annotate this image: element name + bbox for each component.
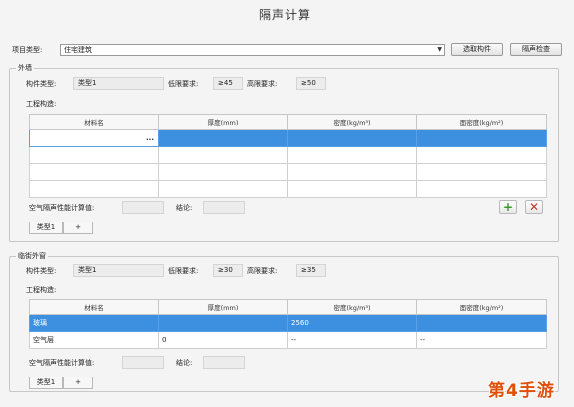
project-type-select[interactable]: 住宅建筑 ▼	[60, 44, 445, 56]
watermark-logo: 第4手游	[488, 381, 555, 401]
outer-wall-material-table: 材料名 厚度(mm) 密度(kg/m³) 面密度(kg/m²) ...	[29, 114, 547, 198]
density-cell[interactable]: --	[287, 331, 417, 349]
table-row[interactable]: 玻璃 2560	[29, 314, 547, 332]
conclusion-label: 结论:	[176, 359, 193, 367]
construction-label: 工程构造:	[26, 100, 57, 108]
area-density-cell[interactable]	[416, 146, 547, 164]
component-type-label: 构件类型:	[26, 267, 57, 275]
calc-value-label: 空气隔声性能计算值:	[29, 359, 95, 367]
browse-material-button[interactable]: ...	[146, 134, 154, 142]
sound-check-button[interactable]: 隔声检查	[510, 43, 562, 56]
thickness-cell[interactable]	[158, 180, 288, 198]
window-title: 隔声计算	[259, 8, 312, 22]
thickness-cell[interactable]	[158, 163, 288, 181]
material-cell[interactable]: 空气层	[29, 331, 159, 349]
high-requirement-field: ≥50	[296, 77, 326, 90]
material-cell-editor[interactable]: ...	[29, 129, 159, 147]
min-requirement-field: ≥45	[213, 77, 243, 90]
component-type-field[interactable]: 类型1	[73, 77, 164, 90]
plus-icon[interactable]: +	[499, 200, 517, 214]
component-type-field[interactable]: 类型1	[73, 264, 164, 277]
table-row[interactable]	[29, 163, 547, 181]
table-row[interactable]: ...	[29, 129, 547, 147]
calc-value-label: 空气隔声性能计算值:	[29, 204, 95, 212]
column-header-density[interactable]: 密度(kg/m³)	[287, 299, 417, 315]
delete-icon[interactable]: ✕	[525, 200, 543, 214]
min-requirement-label: 低限要求:	[168, 80, 199, 88]
project-type-value: 住宅建筑	[64, 46, 92, 54]
density-cell[interactable]	[287, 180, 417, 198]
project-type-label: 项目类型:	[12, 46, 43, 54]
construction-label: 工程构造:	[26, 286, 57, 294]
high-requirement-label: 高限要求:	[247, 267, 278, 275]
min-requirement-label: 低限要求:	[168, 267, 199, 275]
table-row[interactable]	[29, 146, 547, 164]
thickness-cell[interactable]: 0	[158, 331, 288, 349]
column-header-thickness[interactable]: 厚度(mm)	[158, 114, 288, 130]
column-header-density[interactable]: 密度(kg/m³)	[287, 114, 417, 130]
table-row[interactable]	[29, 180, 547, 198]
street-window-title: 临街外窗	[16, 251, 48, 261]
high-requirement-field: ≥35	[296, 264, 326, 277]
tab-type1[interactable]: 类型1	[29, 377, 63, 389]
dropdown-arrow-icon[interactable]: ▼	[437, 45, 442, 55]
add-tab-button[interactable]: +	[63, 377, 93, 389]
calc-value-field	[122, 356, 164, 369]
material-cell[interactable]: 玻璃	[29, 314, 159, 332]
thickness-cell[interactable]	[158, 146, 288, 164]
column-header-area-density[interactable]: 面密度(kg/m²)	[416, 114, 547, 130]
component-type-label: 构件类型:	[26, 80, 57, 88]
area-density-cell[interactable]	[416, 163, 547, 181]
material-cell[interactable]	[29, 180, 159, 198]
material-cell[interactable]	[29, 146, 159, 164]
thickness-cell[interactable]	[158, 314, 288, 332]
tab-type1[interactable]: 类型1	[29, 222, 63, 234]
select-component-button[interactable]: 选取构件	[451, 43, 503, 56]
area-density-cell[interactable]: --	[416, 331, 547, 349]
add-tab-button[interactable]: +	[63, 222, 93, 234]
column-header-material[interactable]: 材料名	[29, 299, 159, 315]
conclusion-field	[203, 356, 245, 369]
density-cell[interactable]	[287, 129, 417, 147]
area-density-cell[interactable]	[416, 180, 547, 198]
density-cell[interactable]	[287, 146, 417, 164]
column-header-material[interactable]: 材料名	[29, 114, 159, 130]
area-density-cell[interactable]	[416, 129, 547, 147]
min-requirement-field: ≥30	[213, 264, 243, 277]
column-header-area-density[interactable]: 面密度(kg/m²)	[416, 299, 547, 315]
conclusion-field	[203, 201, 245, 214]
area-density-cell[interactable]	[416, 314, 547, 332]
table-row[interactable]: 空气层 0 -- --	[29, 331, 547, 349]
material-cell[interactable]	[29, 163, 159, 181]
outer-wall-title: 外墙	[16, 63, 34, 73]
column-header-thickness[interactable]: 厚度(mm)	[158, 299, 288, 315]
conclusion-label: 结论:	[176, 204, 193, 212]
density-cell[interactable]: 2560	[287, 314, 417, 332]
calc-value-field	[122, 201, 164, 214]
high-requirement-label: 高限要求:	[247, 80, 278, 88]
density-cell[interactable]	[287, 163, 417, 181]
thickness-cell[interactable]	[158, 129, 288, 147]
street-window-material-table: 材料名 厚度(mm) 密度(kg/m³) 面密度(kg/m²) 玻璃 2560 …	[29, 299, 547, 349]
